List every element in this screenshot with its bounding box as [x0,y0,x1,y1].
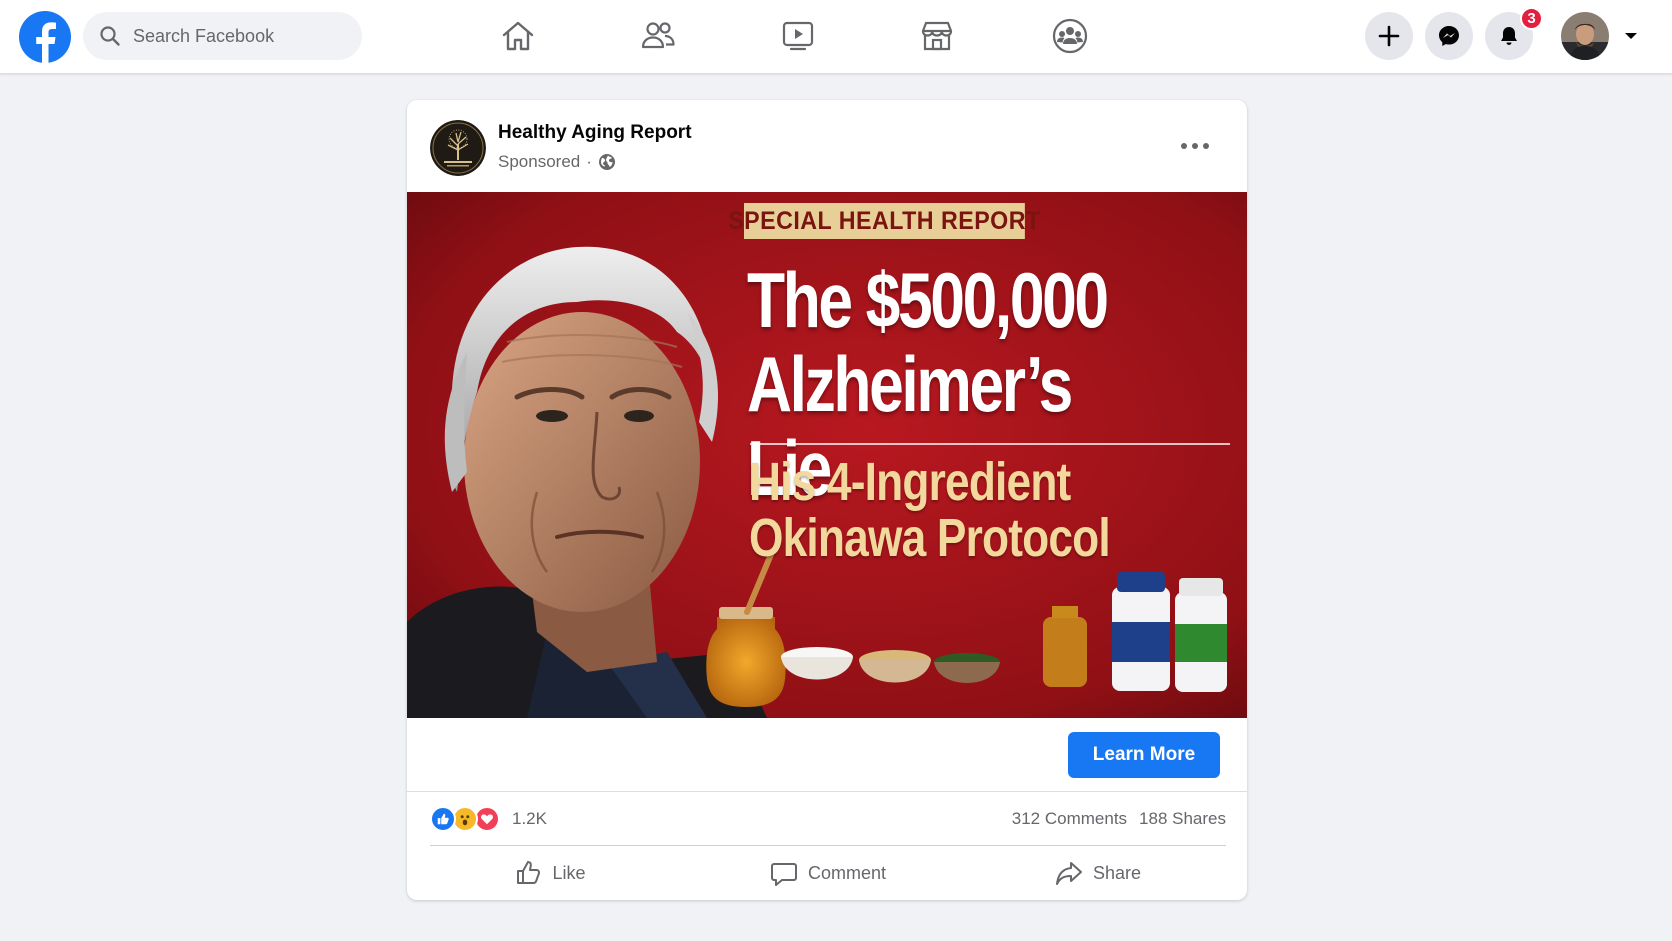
engagement-stats: 1.2K 312 Comments 188 Shares [430,792,1226,846]
thumbs-up-icon [517,861,541,884]
sponsored-label[interactable]: Sponsored [498,152,580,172]
tab-marketplace[interactable] [897,10,977,62]
like-button[interactable]: Like [430,852,670,894]
like-label: Like [552,862,586,883]
friends-icon [641,22,675,49]
reaction-icons[interactable] [430,806,510,832]
ad-kicker: SPECIAL HEALTH REPORT [728,203,1040,239]
ad-subheadline: His 4-Ingredient Okinawa Protocol [749,452,1111,568]
post-actions: Like Comment Share [430,846,1226,900]
profile-avatar[interactable] [1561,12,1609,60]
plus-icon [1378,25,1400,47]
page-name[interactable]: Healthy Aging Report [498,122,692,144]
comment-bubble-icon [770,863,797,886]
video-play-icon [782,21,814,51]
share-label: Share [1092,862,1142,883]
groups-icon [1052,18,1088,54]
more-options-icon [1181,143,1209,149]
reaction-count[interactable]: 1.2K [512,809,547,829]
top-navigation-bar: 3 [0,0,1672,74]
comments-count[interactable]: 312 Comments [1012,809,1127,829]
learn-more-button[interactable]: Learn More [1068,732,1220,778]
messenger-button[interactable] [1425,12,1473,60]
search-icon [100,26,120,46]
comment-label: Comment [807,862,887,883]
tab-friends[interactable] [618,10,698,62]
search-bar[interactable] [83,12,362,60]
caret-down-icon[interactable] [1622,27,1640,45]
storefront-icon [921,21,953,51]
post-options-button[interactable] [1175,130,1215,162]
comment-share-counts: 312 Comments 188 Shares [1012,809,1226,829]
bell-icon [1501,27,1517,45]
shares-count[interactable]: 188 Shares [1139,809,1226,829]
page-avatar[interactable] [430,120,486,176]
sponsored-post: Healthy Aging Report Sponsored · SPECIAL… [407,100,1247,900]
notification-count-badge: 3 [1520,7,1543,30]
messenger-icon [1439,26,1459,46]
facebook-logo-icon[interactable] [19,11,71,63]
share-button[interactable]: Share [978,852,1218,894]
ad-creative[interactable]: SPECIAL HEALTH REPORT The $500,000 Alzhe… [407,192,1247,718]
tab-watch[interactable] [758,10,838,62]
like-reaction-icon [430,806,456,832]
comment-button[interactable]: Comment [708,852,948,894]
create-button[interactable] [1365,12,1413,60]
tab-groups[interactable] [1030,10,1110,62]
share-arrow-icon [1055,862,1082,885]
globe-icon [598,154,615,170]
ad-divider [750,443,1230,445]
sponsored-meta: Sponsored · [498,152,616,172]
meta-separator: · [586,152,592,171]
tab-home[interactable] [478,10,558,62]
home-icon [502,21,534,51]
search-input[interactable] [133,12,353,60]
cta-row: Learn More [407,718,1247,792]
